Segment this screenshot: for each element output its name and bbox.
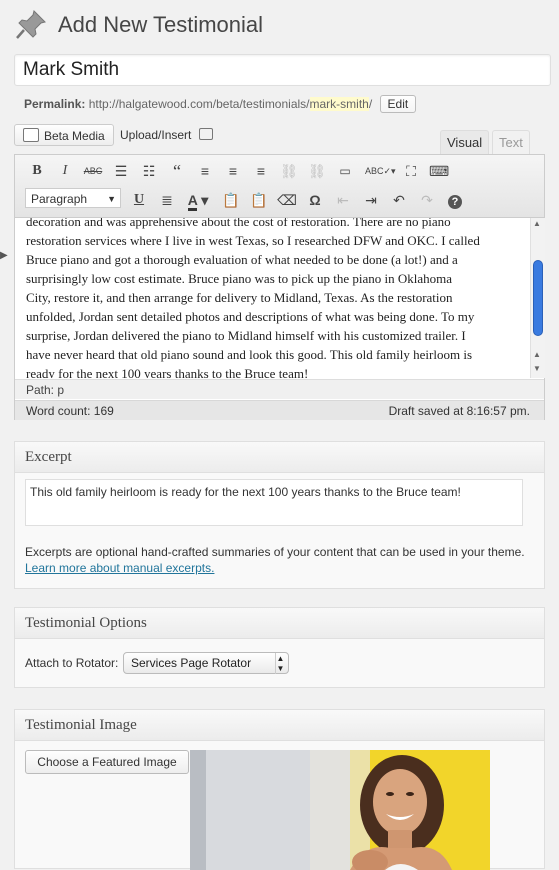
permalink-slug[interactable]: mark-smith [309,97,369,111]
scroll-up-icon[interactable]: ▲ [533,350,541,359]
format-select-value: Paragraph [31,192,88,206]
redo-icon[interactable]: ↷ [417,190,437,210]
scroll-up-icon[interactable]: ▲ [533,219,541,228]
editor-line: decoration and was apprehensive about th… [26,218,451,229]
rotator-select[interactable]: Services Page Rotator ▲ ▼ [123,652,289,674]
indent-icon[interactable]: ⇥ [361,190,381,210]
editor-line: have never heard that old piano sound an… [26,347,473,362]
paste-word-icon[interactable]: 📋 [249,190,269,210]
page-title: Add New Testimonial [58,12,264,37]
excerpt-heading[interactable]: Excerpt [15,442,544,473]
scroll-down-icon[interactable]: ▼ [533,364,541,373]
excerpt-help: Excerpts are optional hand-crafted summa… [25,544,525,576]
align-center-icon[interactable]: ≡ [223,161,243,181]
choose-featured-image-button[interactable]: Choose a Featured Image [25,750,189,774]
testimonial-options-box: Testimonial Options Attach to Rotator: S… [14,607,545,688]
featured-image [190,750,490,870]
undo-icon[interactable]: ↶ [389,190,409,210]
pushpin-icon [16,10,46,39]
editor-line: surprisingly low cost estimate. Bruce pi… [26,271,453,286]
excerpt-help-text: Excerpts are optional hand-crafted summa… [25,545,525,559]
bullet-list-icon[interactable]: ☰ [111,161,131,181]
editor-line: Bruce piano and got a thorough evaluatio… [26,252,458,267]
edit-permalink-button[interactable]: Edit [379,95,417,113]
testimonial-image-heading[interactable]: Testimonial Image [15,710,544,741]
editor-status-bar: Word count: 169 Draft saved at 8:16:57 p… [15,400,544,420]
editor-scrollbar[interactable]: ▲ ▲ ▼ [530,218,545,378]
editor-line: surprise, Jordan delivered the piano to … [26,328,466,343]
bold-icon[interactable]: B [27,161,47,181]
excerpt-learn-more-link[interactable]: Learn more about manual excerpts. [25,561,214,575]
beta-media-label: Beta Media [44,129,105,143]
collapse-arrow-icon[interactable]: ▶ [0,250,8,261]
special-character-icon[interactable]: Ω [305,190,325,210]
fullscreen-icon[interactable]: ⛶ [401,161,421,181]
editor-body[interactable]: decoration and was apprehensive about th… [15,218,528,378]
editor-text[interactable]: decoration and was apprehensive about th… [26,218,522,378]
upload-media-icon[interactable] [198,128,213,140]
permalink: Permalink: http://halgatewood.com/beta/t… [24,95,417,113]
excerpt-box: Excerpt This old family heirloom is read… [14,441,545,589]
format-select[interactable]: Paragraph ▼ [25,188,121,208]
upload-insert-label: Upload/Insert [120,128,192,142]
italic-icon[interactable]: I [55,161,75,181]
outdent-icon[interactable]: ⇤ [333,190,353,210]
paste-text-icon[interactable]: 📋 [221,190,241,210]
blockquote-icon[interactable]: “ [167,161,187,181]
permalink-label: Permalink: [24,97,86,111]
select-arrows-icon: ▲ ▼ [275,653,285,674]
title-input[interactable]: Mark Smith [14,54,551,86]
link-icon[interactable]: ⛓ [279,161,299,181]
rotator-select-value: Services Page Rotator [131,656,252,670]
editor-line: restoration services where I live in wes… [26,233,480,248]
editor-toolbar: B I ABC ☰ ☷ “ ≡ ≡ ≡ ⛓ ⛓ ▭ ABC✓▾ ⛶ ⌨ Para… [15,155,544,218]
spellcheck-icon[interactable]: ABC✓▾ [365,161,396,181]
rotator-label: Attach to Rotator: [25,656,119,670]
editor-line: City, restore it, and then arrange for d… [26,290,453,305]
editor-path: Path: p [15,379,544,399]
upload-insert[interactable]: Upload/Insert [120,128,213,142]
excerpt-textarea[interactable]: This old family heirloom is ready for th… [25,479,523,526]
kitchen-sink-icon[interactable]: ⌨ [429,161,449,181]
word-count: Word count: 169 [26,404,114,418]
align-left-icon[interactable]: ≡ [195,161,215,181]
testimonial-image-box: Testimonial Image Choose a Featured Imag… [14,709,545,870]
permalink-base: http://halgatewood.com/beta/testimonials… [88,97,310,111]
help-icon[interactable]: ? [445,190,465,210]
beta-media-button[interactable]: Beta Media [14,124,114,146]
media-icon [23,128,39,142]
numbered-list-icon[interactable]: ☷ [139,161,159,181]
draft-saved-status: Draft saved at 8:16:57 pm. [388,404,530,418]
more-tag-icon[interactable]: ▭ [335,161,355,181]
testimonial-options-heading[interactable]: Testimonial Options [15,608,544,639]
strikethrough-icon[interactable]: ABC [83,161,103,181]
scroll-thumb[interactable] [533,260,543,336]
content-editor: B I ABC ☰ ☷ “ ≡ ≡ ≡ ⛓ ⛓ ▭ ABC✓▾ ⛶ ⌨ Para… [14,154,545,420]
chevron-down-icon: ▼ [107,194,116,204]
editor-line: unfolded, Jordan sent detailed photos an… [26,309,475,324]
unlink-icon[interactable]: ⛓ [307,161,327,181]
underline-icon[interactable]: U [129,190,149,210]
clear-formatting-icon[interactable]: ⌫ [277,190,297,210]
justify-icon[interactable]: ≣ [157,190,177,210]
text-color-icon[interactable]: A ▾ [183,190,213,211]
align-right-icon[interactable]: ≡ [251,161,271,181]
tab-text[interactable]: Text [492,130,530,155]
permalink-trail: / [368,97,373,111]
tab-visual[interactable]: Visual [440,130,490,155]
editor-line: ready for the next 100 years thanks to t… [26,366,309,378]
